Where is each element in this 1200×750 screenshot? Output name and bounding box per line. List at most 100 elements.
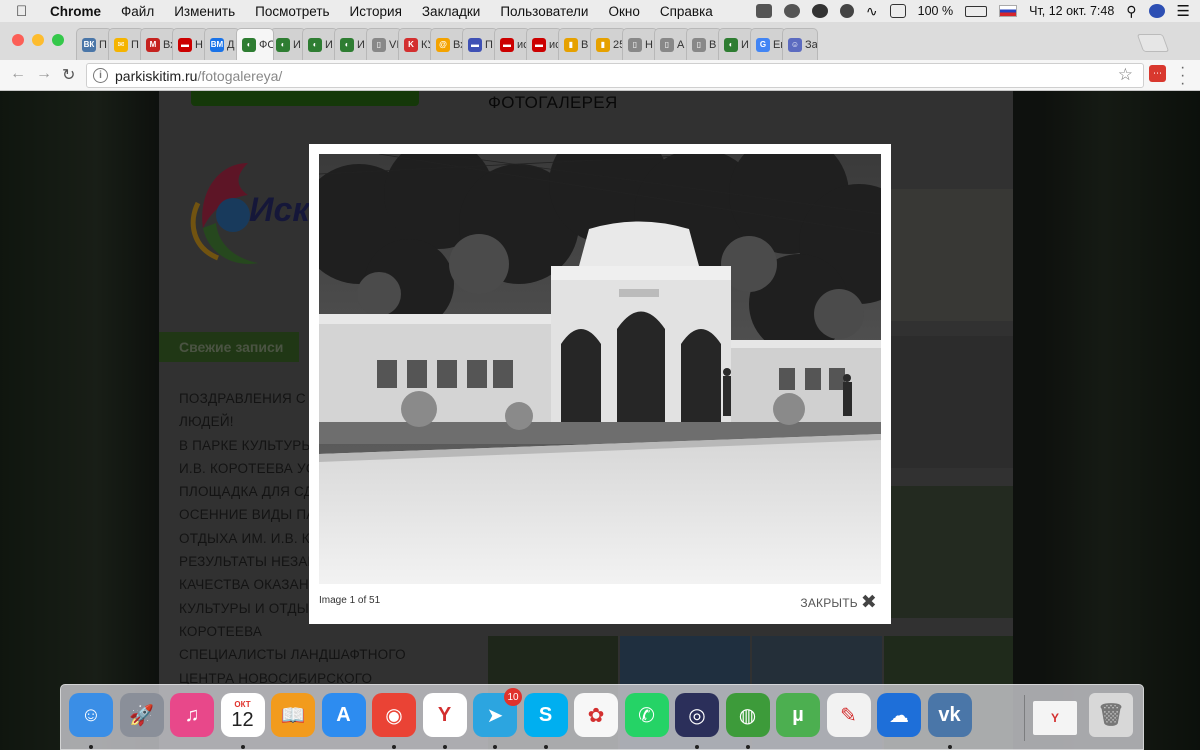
utorrent-icon[interactable]: µ: [776, 693, 820, 737]
reload-icon[interactable]: ↻: [62, 65, 75, 85]
browser-tab[interactable]: ▬ ис: [526, 28, 562, 60]
running-indicator: [89, 745, 93, 749]
browser-tab[interactable]: ▯ В: [686, 28, 722, 60]
browser-tab[interactable]: ☺ За: [782, 28, 818, 60]
browser-tab[interactable]: M Вх: [140, 28, 176, 60]
back-arrow-icon[interactable]: ←: [10, 65, 26, 83]
menu-item-file[interactable]: Файл: [121, 4, 154, 19]
browser-tab[interactable]: ✉ П: [108, 28, 144, 60]
browser-tab[interactable]: ◐ И: [334, 28, 370, 60]
extension-icon[interactable]: ⋯: [1149, 65, 1166, 82]
menu-item-view[interactable]: Посмотреть: [255, 4, 329, 19]
tab-favicon-icon: ☺: [788, 37, 802, 52]
browser-tab[interactable]: ▬ Н: [172, 28, 208, 60]
battery-icon[interactable]: [965, 5, 988, 17]
park-gate-photo: [319, 154, 881, 584]
trash-icon[interactable]: 🗑: [1089, 693, 1133, 737]
tab-favicon-icon: ▮: [564, 37, 578, 52]
browser-tab[interactable]: K КУ: [398, 28, 434, 60]
running-indicator: [745, 745, 750, 749]
close-lightbox-button[interactable]: ЗАКРЫТЬ ✖: [800, 593, 877, 612]
browser-tab[interactable]: ▮ В: [558, 28, 594, 60]
telegram-icon[interactable]: ➤ 10: [473, 688, 522, 737]
menu-item-users[interactable]: Пользователи: [500, 4, 588, 19]
browser-tab[interactable]: BM Д: [204, 28, 240, 60]
whatsapp-icon[interactable]: ✆: [624, 693, 669, 737]
address-bar[interactable]: i parkiskitim.ru/fotogalereya/ ☆: [86, 63, 1144, 88]
photos-icon[interactable]: ✿: [574, 693, 618, 737]
browser-tab[interactable]: ▬ ис: [494, 28, 530, 60]
tab-favicon-icon: ◐: [276, 37, 290, 52]
tab-favicon-icon: ▬: [468, 37, 482, 52]
vk-menubar-icon[interactable]: [811, 4, 828, 18]
new-tab-button[interactable]: [1136, 34, 1170, 52]
dock-separator: [1024, 695, 1025, 741]
minimize-window-button[interactable]: [32, 34, 44, 46]
notes-icon[interactable]: ✎: [826, 693, 871, 737]
menubar-clock[interactable]: Чт, 12 окт. 7:48: [1029, 4, 1114, 18]
skype-icon[interactable]: S: [523, 693, 568, 737]
browser-tab[interactable]: ▮ 25: [590, 28, 626, 60]
menu-item-history[interactable]: История: [350, 4, 402, 19]
calendar-day: 12: [231, 708, 254, 731]
launchpad-icon[interactable]: 🚀: [119, 693, 164, 737]
menu-item-chrome[interactable]: Chrome: [50, 4, 101, 19]
tab-favicon-icon: ▬: [500, 37, 514, 52]
bookmark-star-icon[interactable]: ☆: [1118, 65, 1133, 85]
wrench-icon[interactable]: [839, 4, 854, 18]
notification-center-icon[interactable]: ☰: [1177, 2, 1190, 20]
tab-favicon-icon: ▬: [532, 37, 546, 52]
browser-tab[interactable]: ▯ VI: [366, 28, 402, 60]
spotlight-search-icon[interactable]: ⚲: [1126, 3, 1136, 20]
siri-menubar-icon[interactable]: [1148, 4, 1165, 18]
menu-item-help[interactable]: Справка: [660, 4, 713, 19]
ibooks-icon[interactable]: 📖: [271, 693, 315, 737]
telegram-unread-badge: 10: [504, 688, 522, 706]
browser-tab[interactable]: ▬ П: [462, 28, 498, 60]
russian-flag-icon[interactable]: [999, 5, 1018, 17]
tab-title: И: [357, 38, 365, 51]
menu-item-window[interactable]: Окно: [608, 4, 639, 19]
running-indicator: [442, 745, 447, 749]
browser-tab[interactable]: G Ег: [750, 28, 786, 60]
menu-item-bookmarks[interactable]: Закладки: [422, 4, 480, 19]
vk-icon[interactable]: vk: [927, 693, 972, 737]
browser-tab[interactable]: @ Вх: [430, 28, 466, 60]
browser-tab-strip: ВКП✉ПMВх▬НBMД◐ФО×◐И◐И◐И▯VIKКУ@Вх▬П▬ис▬ис…: [0, 22, 1200, 60]
close-window-button[interactable]: [12, 34, 24, 46]
running-indicator: [392, 745, 396, 749]
menu-item-edit[interactable]: Изменить: [174, 4, 235, 19]
cloud-upload-icon[interactable]: [783, 4, 800, 18]
airplay-icon[interactable]: [889, 4, 906, 18]
downloads-stack-icon[interactable]: Y: [1033, 701, 1077, 735]
siri-icon[interactable]: ◎: [675, 693, 719, 737]
browser-tab[interactable]: ▯ Н: [622, 28, 658, 60]
browser-tab[interactable]: ◐ И: [718, 28, 754, 60]
wifi-icon[interactable]: ∿: [866, 3, 878, 20]
openoffice-icon[interactable]: ☁: [877, 693, 921, 737]
yandex-browser-icon[interactable]: Y: [422, 693, 467, 737]
calendar-icon[interactable]: ОКТ 12: [220, 693, 265, 737]
browser-tab[interactable]: ◐ И: [270, 28, 306, 60]
tab-active[interactable]: ◐ФО×: [236, 28, 274, 60]
tab-title: Д: [227, 38, 235, 51]
browser-tab[interactable]: ◐ И: [302, 28, 338, 60]
site-info-icon[interactable]: i: [93, 68, 108, 83]
browser-tab[interactable]: ВК П: [76, 28, 112, 60]
apple-menu-icon[interactable]: : [16, 3, 38, 20]
tab-favicon-icon: G: [756, 37, 770, 52]
zoom-window-button[interactable]: [52, 34, 64, 46]
tab-favicon-icon: ✉: [114, 37, 128, 52]
lock-status-icon[interactable]: [755, 4, 772, 18]
forward-arrow-icon[interactable]: →: [36, 65, 52, 83]
browser-tab[interactable]: ▯ А: [654, 28, 690, 60]
app-store-icon[interactable]: A: [321, 693, 366, 737]
finder-icon[interactable]: ☺: [69, 693, 113, 737]
itunes-icon[interactable]: ♫: [170, 693, 214, 737]
chrome-menu-icon[interactable]: · · ·: [1180, 60, 1185, 92]
network-globe-icon[interactable]: ◍: [725, 693, 770, 737]
chrome-icon[interactable]: ◉: [372, 693, 416, 737]
lightbox-photo[interactable]: [319, 154, 881, 584]
close-icon[interactable]: ✖: [861, 593, 877, 612]
tab-title: За: [805, 38, 818, 51]
